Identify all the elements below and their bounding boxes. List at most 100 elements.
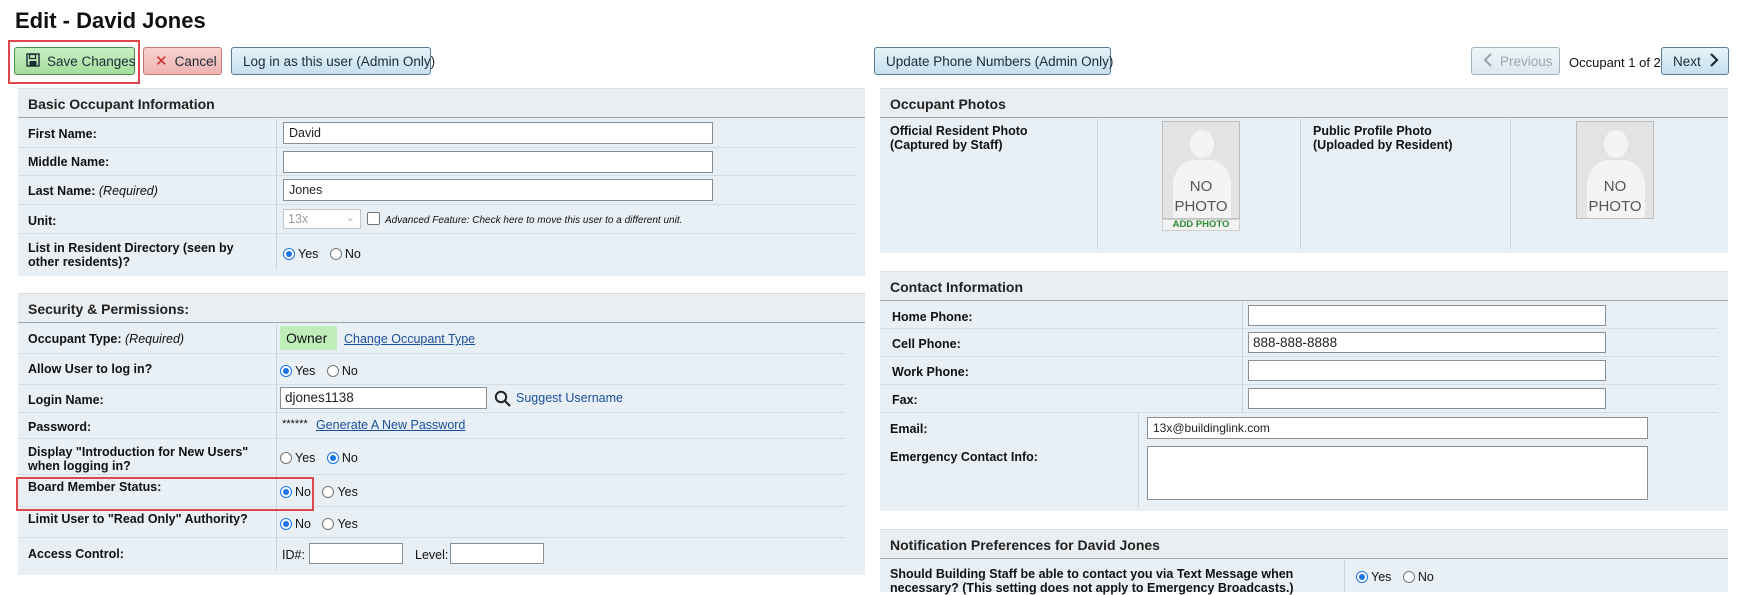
- occupant-type-row: Occupant Type: (Required) Owner Change O…: [18, 324, 845, 354]
- emergency-field[interactable]: [1147, 446, 1648, 500]
- intro-no-radio[interactable]: [326, 452, 339, 464]
- read-only-yes-label: Yes: [337, 517, 358, 531]
- login-as-user-button[interactable]: Log in as this user (Admin Only): [231, 47, 435, 75]
- chevron-right-icon: [1709, 52, 1719, 70]
- middle-name-row: Middle Name:: [18, 148, 855, 176]
- public-photo: NO PHOTO: [1576, 121, 1654, 219]
- board-member-yes-radio[interactable]: [322, 486, 335, 498]
- allow-login-yes-radio[interactable]: [280, 365, 292, 377]
- work-phone-row: Work Phone:: [880, 357, 1718, 385]
- cell-phone-label: Cell Phone:: [892, 337, 961, 351]
- generate-password-link[interactable]: Generate A New Password: [316, 418, 465, 432]
- contact-heading: Contact Information: [880, 271, 1728, 301]
- occupant-type-label-text: Occupant Type:: [28, 332, 122, 346]
- security-panel: Security & Permissions: Occupant Type: (…: [18, 293, 865, 575]
- cell-phone-field[interactable]: 888-888-8888: [1248, 332, 1606, 353]
- last-name-required: (Required): [98, 184, 158, 198]
- add-photo-button[interactable]: ADD PHOTO: [1162, 219, 1240, 231]
- read-only-row: Limit User to "Read Only" Authority? No …: [18, 507, 845, 538]
- text-message-no-radio[interactable]: [1402, 571, 1415, 583]
- intro-options: Yes No: [280, 451, 358, 465]
- read-only-no-radio[interactable]: [280, 518, 292, 530]
- fax-field[interactable]: [1248, 388, 1606, 409]
- basic-info-heading: Basic Occupant Information: [18, 88, 865, 118]
- allow-login-row: Allow User to log in? Yes No: [18, 354, 845, 385]
- unit-row: Unit: 13x ⌄ Advanced Feature: Check here…: [18, 205, 855, 234]
- read-only-no-label: No: [295, 517, 311, 531]
- update-phone-numbers-button[interactable]: Update Phone Numbers (Admin Only): [874, 47, 1114, 75]
- no-photo-line2: PHOTO: [1588, 198, 1642, 215]
- directory-row: List in Resident Directory (seen by othe…: [18, 234, 855, 270]
- password-mask: ******: [282, 418, 308, 430]
- save-button-highlight: [8, 40, 140, 84]
- column-divider: [1344, 560, 1345, 592]
- access-control-row: Access Control: ID#: Level:: [18, 538, 845, 570]
- occupant-type-label: Occupant Type: (Required): [28, 332, 184, 346]
- suggest-username-link[interactable]: Suggest Username: [516, 391, 623, 405]
- email-row: Email: 13x@buildinglink.com: [880, 413, 1728, 443]
- directory-no-label: No: [344, 247, 361, 261]
- login-name-field[interactable]: djones1138: [280, 387, 487, 409]
- first-name-row: First Name: David: [18, 119, 855, 148]
- emergency-row: Emergency Contact Info:: [880, 443, 1728, 507]
- previous-button[interactable]: Previous: [1471, 47, 1560, 75]
- notifications-panel: Notification Preferences for David Jones…: [880, 529, 1728, 595]
- home-phone-label: Home Phone:: [892, 310, 973, 324]
- next-button-label: Next: [1673, 53, 1701, 69]
- chevron-left-icon: [1483, 52, 1493, 70]
- move-unit-checkbox[interactable]: [367, 212, 380, 225]
- read-only-label: Limit User to "Read Only" Authority?: [28, 512, 248, 526]
- directory-no-radio[interactable]: [329, 248, 342, 260]
- directory-yes-radio[interactable]: [283, 248, 295, 260]
- access-id-field[interactable]: [309, 543, 403, 564]
- unit-select-value: 13x: [288, 212, 309, 226]
- search-icon[interactable]: [494, 390, 511, 410]
- login-name-label: Login Name:: [28, 393, 104, 407]
- cancel-button[interactable]: ✕ Cancel: [143, 47, 222, 75]
- middle-name-field[interactable]: [283, 151, 713, 173]
- occupant-counter: Occupant 1 of 2: [1569, 55, 1661, 70]
- chevron-down-icon: ⌄: [345, 212, 355, 224]
- directory-yes-label: Yes: [298, 247, 319, 261]
- read-only-yes-radio[interactable]: [322, 518, 335, 530]
- intro-label: Display "Introduction for New Users" whe…: [28, 445, 249, 473]
- basic-info-panel: Basic Occupant Information First Name: D…: [18, 88, 865, 276]
- change-occupant-type-link[interactable]: Change Occupant Type: [344, 332, 475, 346]
- column-divider: [1138, 413, 1139, 507]
- read-only-options: No Yes: [280, 517, 358, 531]
- work-phone-field[interactable]: [1248, 360, 1606, 381]
- directory-options: Yes No: [283, 247, 361, 261]
- update-phone-numbers-label: Update Phone Numbers (Admin Only): [886, 53, 1114, 69]
- first-name-field[interactable]: David: [283, 122, 713, 144]
- emergency-label: Emergency Contact Info:: [890, 450, 1038, 464]
- security-heading: Security & Permissions:: [18, 293, 865, 323]
- text-message-yes-radio[interactable]: [1356, 571, 1368, 583]
- intro-yes-radio[interactable]: [280, 452, 292, 464]
- access-level-field[interactable]: [450, 543, 544, 564]
- login-name-row: Login Name: djones1138 Suggest Username: [18, 385, 845, 413]
- photos-panel: Occupant Photos Official Resident Photo …: [880, 88, 1728, 253]
- fax-row: Fax:: [880, 385, 1718, 413]
- last-name-field[interactable]: Jones: [283, 179, 713, 201]
- last-name-label: Last Name: (Required): [28, 184, 158, 198]
- allow-login-options: Yes No: [280, 364, 358, 378]
- board-member-highlight: [16, 477, 314, 511]
- unit-select[interactable]: 13x ⌄: [283, 209, 361, 229]
- email-field[interactable]: 13x@buildinglink.com: [1147, 417, 1648, 439]
- home-phone-field[interactable]: [1248, 305, 1606, 326]
- board-member-yes-label: Yes: [337, 485, 358, 499]
- next-button[interactable]: Next: [1661, 47, 1729, 75]
- fax-label: Fax:: [892, 393, 918, 407]
- owner-badge: Owner: [280, 326, 337, 350]
- photos-heading: Occupant Photos: [880, 88, 1728, 118]
- no-photo-line1: NO: [1189, 178, 1213, 195]
- occupant-type-required: (Required): [125, 332, 185, 346]
- column-divider: [1510, 119, 1511, 249]
- text-message-options: Yes No: [1356, 570, 1434, 584]
- column-divider: [1097, 119, 1098, 249]
- unit-label: Unit:: [28, 214, 57, 228]
- access-level-label: Level:: [415, 548, 449, 562]
- intro-row: Display "Introduction for New Users" whe…: [18, 439, 845, 475]
- allow-login-no-radio[interactable]: [326, 365, 339, 377]
- allow-login-yes-label: Yes: [295, 364, 316, 378]
